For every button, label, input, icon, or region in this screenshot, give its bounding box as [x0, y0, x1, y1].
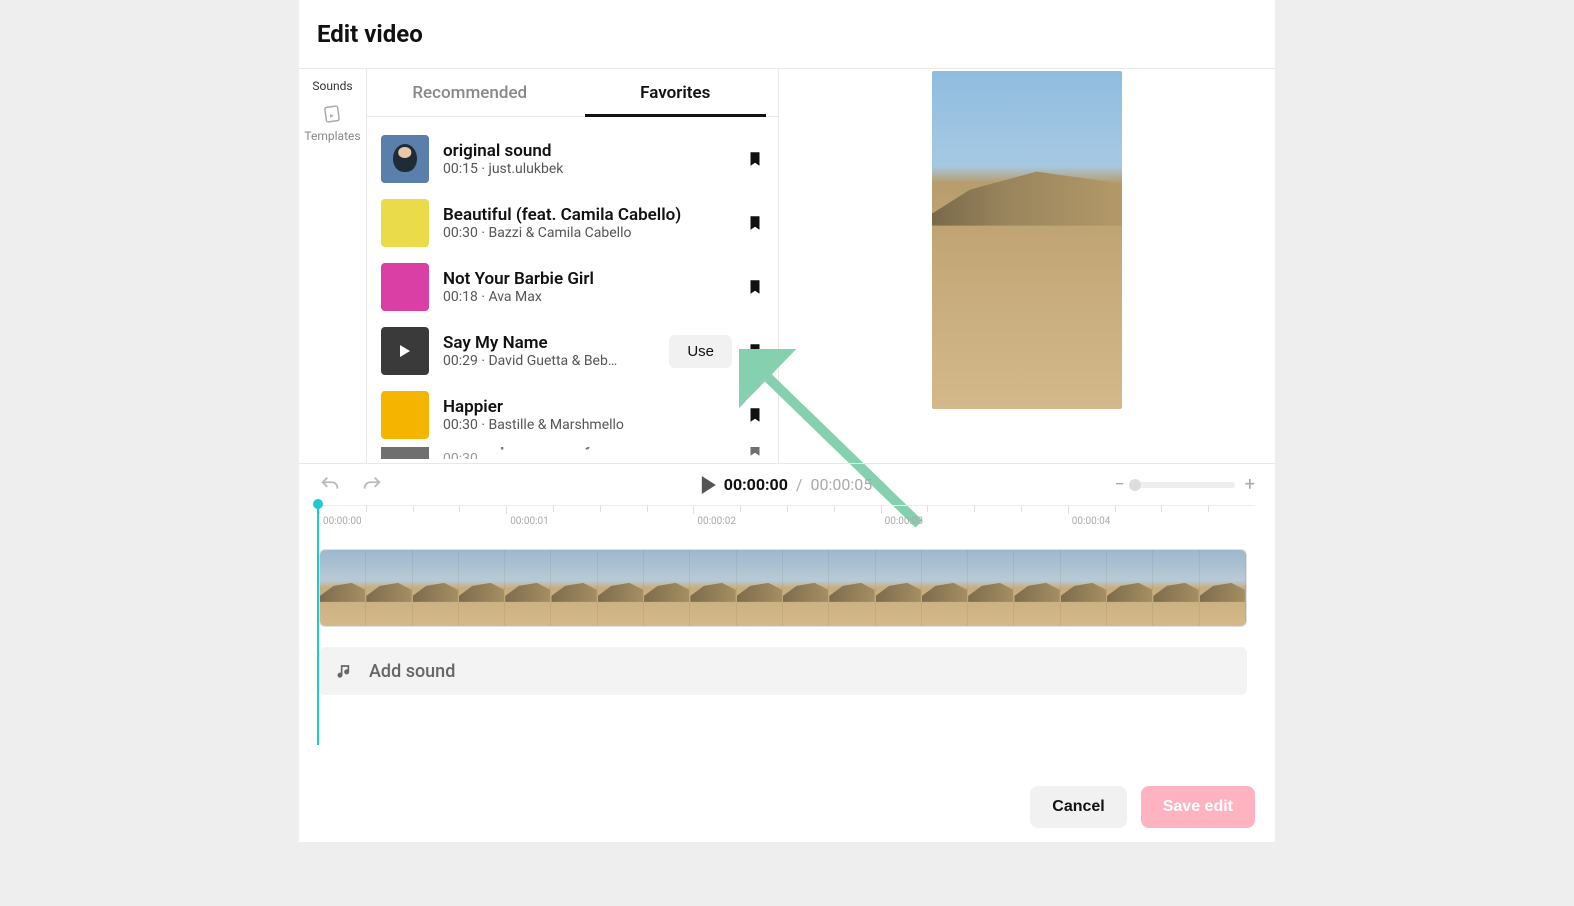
- add-sound-track[interactable]: Add sound: [319, 647, 1247, 695]
- bookmark-icon[interactable]: [746, 404, 764, 426]
- sound-meta: 00:30 · Bazzi & Camila Cabello: [443, 225, 732, 241]
- sound-title: original sound: [443, 141, 732, 161]
- rail-sounds-label: Sounds: [312, 79, 352, 93]
- preview-area: [779, 69, 1275, 463]
- timeline-ruler[interactable]: 00:00:00 00:00:01 00:00:02 00:00:03 00:00:04: [319, 505, 1255, 535]
- bookmark-icon[interactable]: [746, 148, 764, 170]
- bookmark-icon[interactable]: [746, 447, 764, 459]
- clip-frame: [505, 550, 551, 626]
- sound-row[interactable]: Happier00:30 · Bastille & Marshmello: [381, 383, 764, 447]
- sound-row[interactable]: Not Your Barbie Girl00:18 · Ava Max: [381, 255, 764, 319]
- sound-list: original sound00:15 · just.ulukbek Beauti…: [367, 117, 778, 463]
- tab-favorites[interactable]: Favorites: [573, 69, 779, 116]
- clip-frame: [598, 550, 644, 626]
- redo-button[interactable]: [361, 474, 383, 496]
- cancel-button[interactable]: Cancel: [1030, 786, 1126, 828]
- zoom-in-button[interactable]: +: [1245, 474, 1255, 495]
- clip-frame: [737, 550, 783, 626]
- sound-info: Say My Name00:29 · David Guetta & Beb…: [443, 333, 655, 369]
- sound-title: Not Your Barbie Girl: [443, 269, 732, 289]
- video-clip-track[interactable]: [319, 549, 1247, 627]
- clip-frame: [690, 550, 736, 626]
- clip-frame: [320, 550, 366, 626]
- sound-title: Say My Name: [443, 333, 655, 353]
- time-separator: /: [796, 475, 803, 494]
- clip-frame: [1107, 550, 1153, 626]
- tab-recommended[interactable]: Recommended: [367, 69, 573, 116]
- footer: Cancel Save edit: [299, 772, 1275, 842]
- clip-frame: [1153, 550, 1199, 626]
- sound-row[interactable]: Beautiful (feat. Camila Cabello)00:30 · …: [381, 191, 764, 255]
- sound-row[interactable]: Wake Up In The Sky00:30: [381, 447, 764, 459]
- sound-meta: 00:15 · just.ulukbek: [443, 161, 732, 177]
- sound-thumbnail[interactable]: [381, 391, 429, 439]
- sound-thumbnail[interactable]: [381, 447, 429, 459]
- ruler-label: 00:00:00: [323, 516, 362, 527]
- sound-meta: 00:30 · Bastille & Marshmello: [443, 417, 732, 433]
- play-button[interactable]: [702, 476, 716, 494]
- total-time: 00:00:05: [811, 475, 873, 494]
- bookmark-icon[interactable]: [746, 212, 764, 234]
- clip-frame: [922, 550, 968, 626]
- rail-templates-label: Templates: [304, 129, 360, 143]
- sound-title: Happier: [443, 397, 732, 417]
- ruler-label: 00:00:04: [1072, 516, 1111, 527]
- ruler-label: 00:00:03: [885, 516, 924, 527]
- page-title: Edit video: [299, 0, 1275, 68]
- sound-info: Happier00:30 · Bastille & Marshmello: [443, 397, 732, 433]
- sound-thumbnail[interactable]: [381, 199, 429, 247]
- music-note-icon: [335, 661, 355, 681]
- playback-controls: 00:00:00 / 00:00:05 − +: [299, 463, 1275, 505]
- undo-button[interactable]: [319, 474, 341, 496]
- sound-title: Beautiful (feat. Camila Cabello): [443, 205, 732, 225]
- save-edit-button[interactable]: Save edit: [1141, 786, 1255, 828]
- sound-info: Not Your Barbie Girl00:18 · Ava Max: [443, 269, 732, 305]
- bookmark-icon[interactable]: [746, 276, 764, 298]
- sound-meta: 00:18 · Ava Max: [443, 289, 732, 305]
- clip-frame: [551, 550, 597, 626]
- clip-frame: [459, 550, 505, 626]
- sound-info: Beautiful (feat. Camila Cabello)00:30 · …: [443, 205, 732, 241]
- bookmark-icon[interactable]: [746, 340, 764, 362]
- ruler-label: 00:00:02: [697, 516, 736, 527]
- clip-frame: [783, 550, 829, 626]
- rail-sounds[interactable]: Sounds: [312, 79, 352, 93]
- clip-frame: [413, 550, 459, 626]
- sound-row[interactable]: original sound00:15 · just.ulukbek: [381, 127, 764, 191]
- sound-thumbnail[interactable]: [381, 263, 429, 311]
- sound-meta: 00:30: [443, 451, 732, 459]
- sound-info: Wake Up In The Sky00:30: [443, 447, 732, 459]
- sounds-panel: Recommended Favorites original sound00:1…: [367, 69, 779, 463]
- ruler-label: 00:00:01: [510, 516, 549, 527]
- left-rail: Sounds Templates: [299, 69, 367, 463]
- timeline: 00:00:00 00:00:01 00:00:02 00:00:03 00:00:04…: [299, 505, 1275, 695]
- sound-meta: 00:29 · David Guetta & Beb…: [443, 353, 655, 369]
- video-preview[interactable]: [932, 71, 1122, 409]
- clip-frame: [366, 550, 412, 626]
- clip-frame: [1061, 550, 1107, 626]
- rail-templates[interactable]: Templates: [304, 103, 360, 143]
- templates-icon: [321, 103, 343, 125]
- zoom-out-button[interactable]: −: [1114, 474, 1124, 495]
- sound-row[interactable]: Say My Name00:29 · David Guetta & Beb… Us…: [381, 319, 764, 383]
- clip-frame: [968, 550, 1014, 626]
- clip-frame: [644, 550, 690, 626]
- sound-thumbnail[interactable]: [381, 135, 429, 183]
- sound-info: original sound00:15 · just.ulukbek: [443, 141, 732, 177]
- add-sound-label: Add sound: [369, 661, 455, 682]
- sound-thumbnail[interactable]: [381, 327, 429, 375]
- playhead[interactable]: [317, 505, 319, 745]
- zoom-slider[interactable]: [1135, 482, 1235, 488]
- clip-frame: [876, 550, 922, 626]
- clip-frame: [829, 550, 875, 626]
- clip-frame: [1200, 550, 1246, 626]
- use-sound-button[interactable]: Use: [669, 335, 732, 368]
- clip-frame: [1014, 550, 1060, 626]
- current-time: 00:00:00: [724, 475, 788, 494]
